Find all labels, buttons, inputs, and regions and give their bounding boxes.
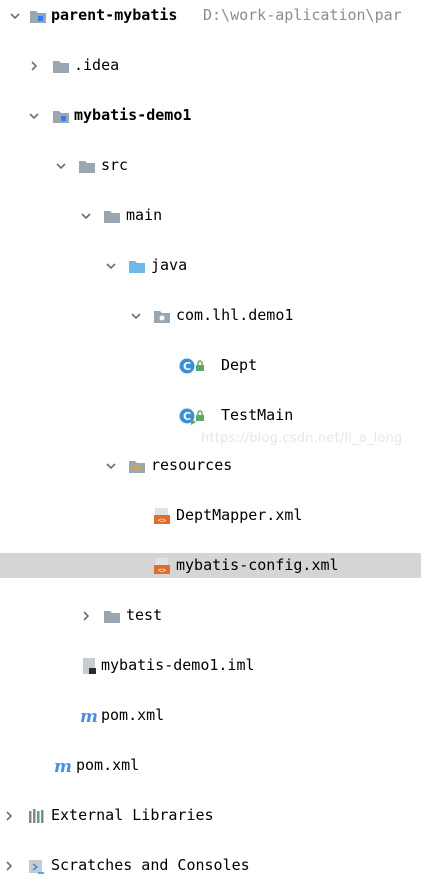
chevron-down-icon[interactable] <box>54 153 68 178</box>
tree-label: External Libraries <box>51 806 214 824</box>
lock-icon <box>194 353 206 378</box>
tree-row-java[interactable]: java <box>0 253 421 278</box>
library-icon <box>27 803 47 828</box>
tree-row-external-libraries[interactable]: External Libraries <box>0 803 421 828</box>
xml-file-icon: <> <box>152 553 172 578</box>
svg-text:<>: <> <box>158 566 166 574</box>
lock-icon <box>194 403 206 428</box>
tree-row-test[interactable]: test <box>0 603 421 628</box>
tree-label: pom.xml <box>76 756 140 774</box>
tree-row-mybatis-config[interactable]: <> mybatis-config.xml <box>0 553 421 578</box>
tree-row-iml[interactable]: mybatis-demo1.iml <box>0 653 421 678</box>
chevron-down-icon[interactable] <box>129 303 143 328</box>
project-path: D:\work-aplication\par <box>203 6 402 24</box>
tree-row-package[interactable]: com.lhl.demo1 <box>0 303 421 328</box>
tree-row-module-pom[interactable]: m pom.xml <box>0 703 421 728</box>
svg-text:C: C <box>183 360 191 373</box>
chevron-right-icon[interactable] <box>79 603 93 628</box>
tree-label: java <box>151 256 188 274</box>
tree-row-root-pom[interactable]: m pom.xml <box>0 753 421 778</box>
folder-icon <box>51 53 71 78</box>
tree-row-scratches[interactable]: Scratches and Consoles <box>0 853 421 878</box>
tree-label: src <box>101 156 129 174</box>
tree-label: .idea <box>74 56 120 74</box>
module-folder-icon <box>28 3 48 28</box>
tree-label: mybatis-demo1.iml <box>101 656 255 674</box>
svg-text:<>: <> <box>158 516 166 524</box>
source-folder-icon <box>127 253 147 278</box>
project-tree: parent-mybatis D:\work-aplication\par .i… <box>0 0 421 874</box>
tree-label: resources <box>151 456 233 474</box>
chevron-down-icon[interactable] <box>79 203 93 228</box>
tree-row-testmain[interactable]: C TestMain <box>0 403 421 428</box>
tree-label: pom.xml <box>101 706 165 724</box>
module-folder-icon <box>51 103 71 128</box>
tree-row-idea[interactable]: .idea <box>0 53 421 78</box>
tree-label: main <box>126 206 163 224</box>
package-icon <box>152 303 172 328</box>
xml-file-icon: <> <box>152 503 172 528</box>
svg-text:m: m <box>54 757 72 775</box>
svg-text:m: m <box>80 707 98 725</box>
tree-label: parent-mybatis <box>51 6 178 24</box>
maven-icon: m <box>79 703 99 728</box>
tree-row-mybatis-demo1[interactable]: mybatis-demo1 <box>0 103 421 128</box>
tree-label: DeptMapper.xml <box>176 506 303 524</box>
tree-row-dept[interactable]: C Dept <box>0 353 421 378</box>
chevron-right-icon[interactable] <box>27 53 41 78</box>
tree-label: com.lhl.demo1 <box>176 306 294 324</box>
scratches-icon <box>27 853 47 878</box>
tree-row-main[interactable]: main <box>0 203 421 228</box>
resources-folder-icon <box>127 453 147 478</box>
folder-icon <box>102 203 122 228</box>
chevron-down-icon[interactable] <box>104 253 118 278</box>
svg-text:C: C <box>183 410 191 423</box>
folder-icon <box>77 153 97 178</box>
tree-row-deptmapper[interactable]: <> DeptMapper.xml <box>0 503 421 528</box>
iml-file-icon <box>79 653 99 678</box>
tree-label: TestMain <box>221 406 294 424</box>
tree-row-parent-mybatis[interactable]: parent-mybatis D:\work-aplication\par <box>0 3 421 28</box>
chevron-right-icon[interactable] <box>2 803 16 828</box>
tree-label: Dept <box>221 356 258 374</box>
tree-label: mybatis-demo1 <box>74 106 192 124</box>
tree-row-resources[interactable]: resources <box>0 453 421 478</box>
chevron-right-icon[interactable] <box>2 853 16 878</box>
tree-label: mybatis-config.xml <box>176 556 339 574</box>
chevron-down-icon[interactable] <box>8 3 22 28</box>
tree-label: Scratches and Consoles <box>51 856 250 874</box>
folder-icon <box>102 603 122 628</box>
chevron-down-icon[interactable] <box>104 453 118 478</box>
tree-row-src[interactable]: src <box>0 153 421 178</box>
maven-icon: m <box>53 753 73 778</box>
chevron-down-icon[interactable] <box>27 103 41 128</box>
tree-label: test <box>126 606 163 624</box>
